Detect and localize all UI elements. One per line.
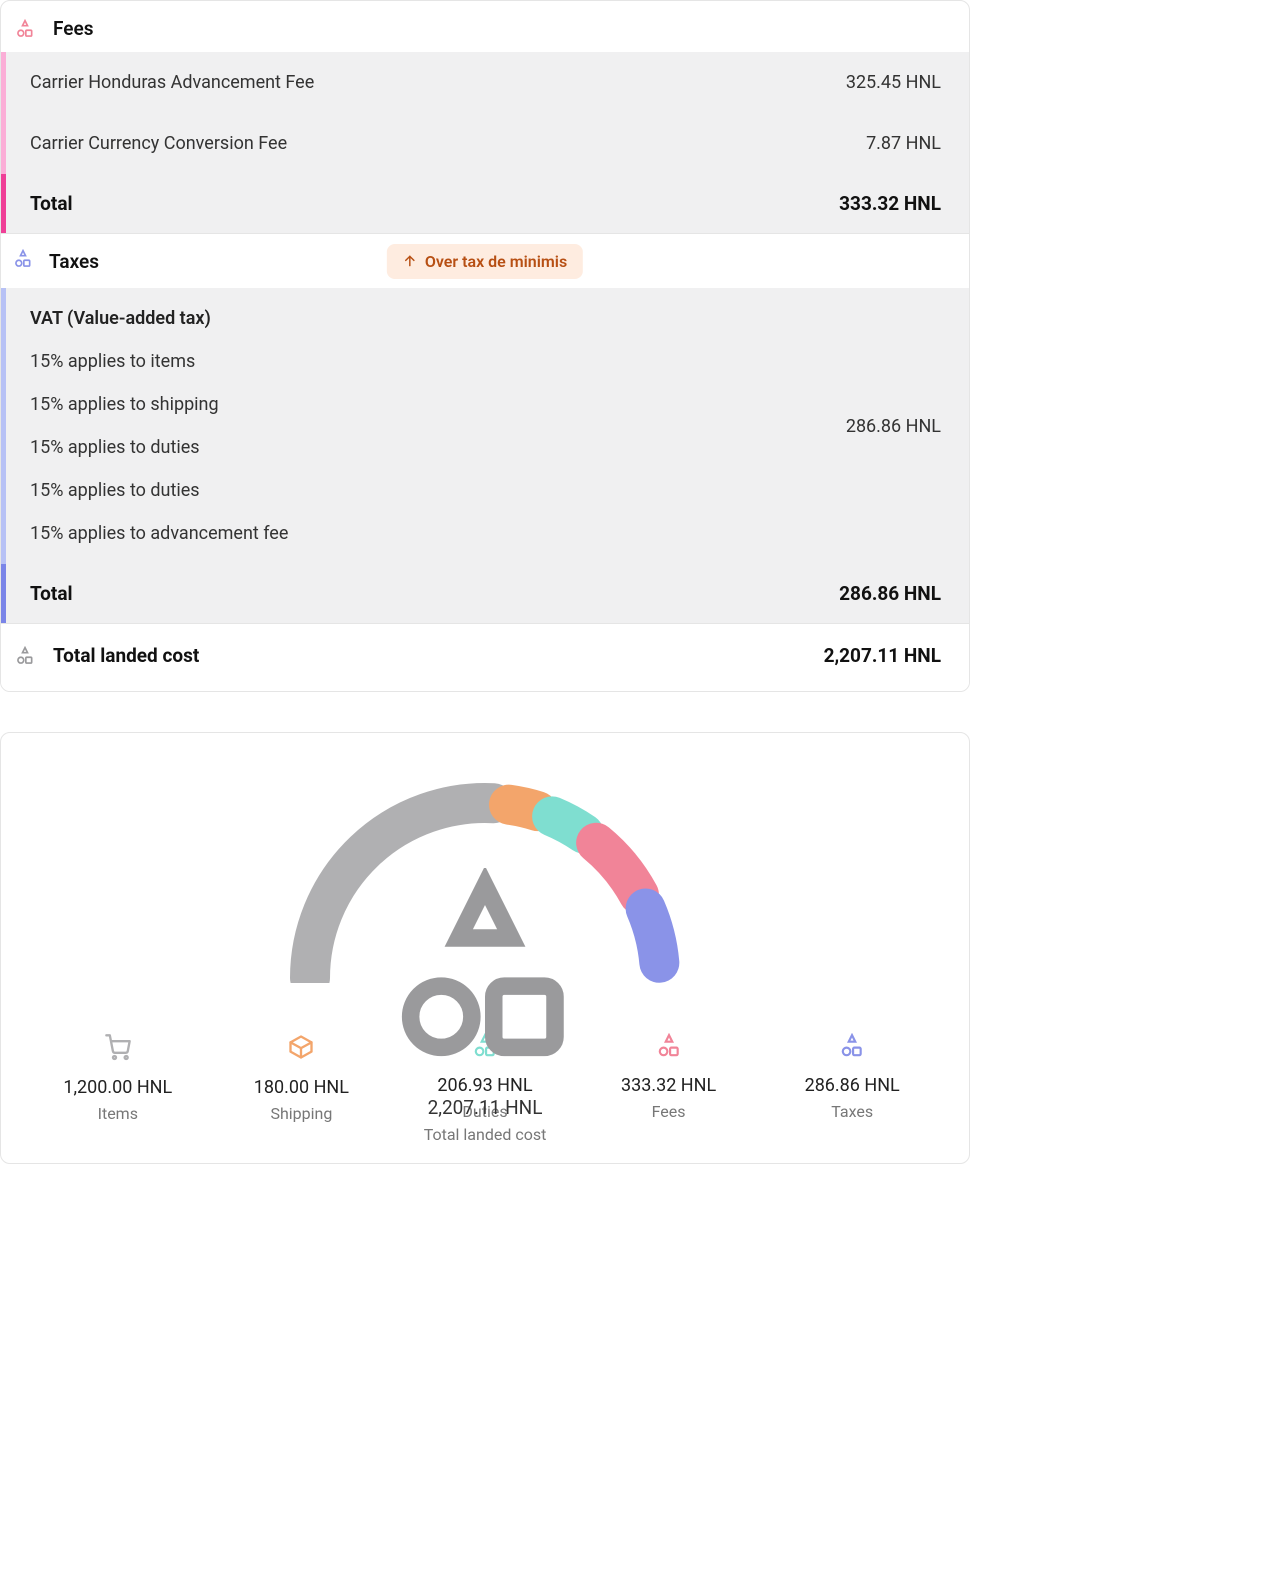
- shapes-icon: [765, 1033, 939, 1059]
- fee-row-name: Carrier Currency Conversion Fee: [30, 133, 866, 154]
- legend-label: Taxes: [765, 1102, 939, 1121]
- landed-amount: 2,207.11 HNL: [824, 644, 941, 667]
- fee-row: Carrier Honduras Advancement Fee 325.45 …: [6, 52, 969, 113]
- gauge-total-amount: 2,207.11 HNL: [285, 1096, 685, 1119]
- landed-cost-gauge: 2,207.11 HNL Total landed cost: [285, 773, 685, 983]
- tax-line: 15% applies to shipping: [30, 394, 846, 415]
- legend-item-taxes: 286.86 HNL Taxes: [765, 1033, 939, 1123]
- taxes-amount: 286.86 HNL: [846, 416, 941, 437]
- taxes-total-label: Total: [30, 582, 73, 605]
- badge-text: Over tax de minimis: [425, 252, 567, 271]
- tax-line: 15% applies to advancement fee: [30, 523, 846, 544]
- legend-value: 1,200.00 HNL: [31, 1077, 205, 1098]
- shapes-icon: [13, 249, 33, 273]
- shapes-icon: [285, 868, 685, 1078]
- fees-total-amount: 333.32 HNL: [839, 192, 941, 215]
- fee-row-name: Carrier Honduras Advancement Fee: [30, 72, 846, 93]
- fee-row-amount: 7.87 HNL: [866, 133, 941, 154]
- arrow-up-icon: [403, 254, 417, 268]
- fees-section-body: Carrier Honduras Advancement Fee 325.45 …: [1, 52, 969, 174]
- taxes-total-amount: 286.86 HNL: [839, 582, 941, 605]
- tax-line: 15% applies to duties: [30, 437, 846, 458]
- cart-icon: [31, 1033, 205, 1061]
- vat-label: VAT (Value-added tax): [30, 308, 846, 329]
- landed-total-row: Total landed cost 2,207.11 HNL: [1, 623, 969, 691]
- taxes-section-header: Taxes Over tax de minimis: [1, 233, 969, 288]
- gauge-total-label: Total landed cost: [285, 1125, 685, 1144]
- chart-card: 2,207.11 HNL Total landed cost 1,200.00 …: [0, 732, 970, 1164]
- tax-line: 15% applies to items: [30, 351, 846, 372]
- fees-title: Fees: [53, 17, 93, 40]
- fees-total-row: Total 333.32 HNL: [1, 174, 969, 233]
- breakdown-card: Fees Carrier Honduras Advancement Fee 32…: [0, 0, 970, 692]
- fees-total-label: Total: [30, 192, 73, 215]
- legend-item-items: 1,200.00 HNL Items: [31, 1033, 205, 1123]
- shapes-icon: [13, 646, 37, 666]
- taxes-section-body: VAT (Value-added tax) 15% applies to ite…: [1, 288, 969, 564]
- fees-section-header: Fees: [1, 1, 969, 52]
- fee-row-amount: 325.45 HNL: [846, 72, 941, 93]
- legend-label: Items: [31, 1104, 205, 1123]
- taxes-total-row: Total 286.86 HNL: [1, 564, 969, 623]
- legend-value: 286.86 HNL: [765, 1075, 939, 1096]
- tax-line: 15% applies to duties: [30, 480, 846, 501]
- de-minimis-badge: Over tax de minimis: [387, 244, 583, 279]
- landed-label: Total landed cost: [53, 644, 808, 667]
- taxes-title: Taxes: [49, 250, 99, 273]
- fee-row: Carrier Currency Conversion Fee 7.87 HNL: [6, 113, 969, 174]
- shapes-icon: [13, 19, 37, 39]
